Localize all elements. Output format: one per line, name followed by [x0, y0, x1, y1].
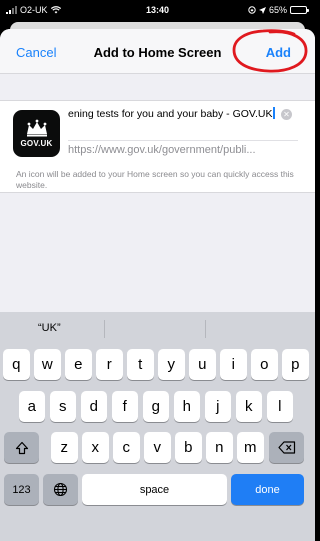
key-f[interactable]: f: [111, 391, 138, 422]
navigation-bar: Cancel Add to Home Screen Add: [0, 29, 315, 74]
shift-icon: [15, 441, 28, 454]
key-n[interactable]: n: [206, 432, 233, 463]
suggestion-divider: [205, 320, 206, 338]
key-u[interactable]: u: [189, 349, 216, 380]
key-m[interactable]: m: [237, 432, 264, 463]
key-r[interactable]: r: [96, 349, 123, 380]
text-caret: [273, 107, 275, 119]
crown-icon: [26, 119, 47, 137]
suggestion-divider: [104, 320, 105, 338]
key-t[interactable]: t: [127, 349, 154, 380]
key-j[interactable]: j: [204, 391, 231, 422]
globe-key[interactable]: [43, 474, 78, 505]
backspace-key[interactable]: [269, 432, 304, 463]
key-e[interactable]: e: [65, 349, 92, 380]
suggestion-item[interactable]: “UK”: [38, 322, 61, 334]
numbers-key[interactable]: 123: [4, 474, 39, 505]
shortcut-name-value: ening tests for you and your baby - GOV.…: [68, 108, 273, 120]
key-b[interactable]: b: [175, 432, 202, 463]
battery-icon: [290, 6, 309, 14]
status-right: 65%: [248, 5, 309, 15]
key-x[interactable]: x: [82, 432, 109, 463]
location-icon: [258, 6, 266, 14]
shortcut-name-input[interactable]: ening tests for you and your baby - GOV.…: [68, 103, 298, 141]
key-a[interactable]: a: [18, 391, 45, 422]
key-p[interactable]: p: [282, 349, 309, 380]
backspace-icon: [277, 441, 295, 454]
key-y[interactable]: y: [158, 349, 185, 380]
key-z[interactable]: z: [51, 432, 78, 463]
key-d[interactable]: d: [80, 391, 107, 422]
key-v[interactable]: v: [144, 432, 171, 463]
key-o[interactable]: o: [251, 349, 278, 380]
shortcut-url: https://www.gov.uk/government/publi...: [68, 144, 256, 156]
hint-text: An icon will be added to your Home scree…: [16, 169, 294, 190]
done-key[interactable]: done: [231, 474, 304, 505]
clear-text-icon[interactable]: ✕: [281, 109, 292, 120]
key-s[interactable]: s: [49, 391, 76, 422]
keyboard: “UK” qwertyuiop asdfghjkl zxcvbnm 123 spac…: [0, 312, 315, 541]
key-g[interactable]: g: [142, 391, 169, 422]
orientation-lock-icon: [248, 6, 256, 14]
battery-percent: 65%: [268, 5, 287, 15]
shift-key[interactable]: [4, 432, 39, 463]
add-button[interactable]: Add: [266, 45, 291, 60]
globe-icon: [53, 482, 68, 497]
govuk-icon-label: GOV.UK: [20, 139, 53, 148]
govuk-icon: GOV.UK: [13, 110, 60, 157]
key-q[interactable]: q: [3, 349, 30, 380]
space-key[interactable]: space: [82, 474, 227, 505]
key-w[interactable]: w: [34, 349, 61, 380]
key-h[interactable]: h: [173, 391, 200, 422]
status-bar: O2-UK 13:40 65%: [0, 0, 315, 20]
key-k[interactable]: k: [235, 391, 262, 422]
suggestion-bar: “UK”: [0, 312, 315, 347]
key-l[interactable]: l: [266, 391, 293, 422]
key-i[interactable]: i: [220, 349, 247, 380]
key-c[interactable]: c: [113, 432, 140, 463]
